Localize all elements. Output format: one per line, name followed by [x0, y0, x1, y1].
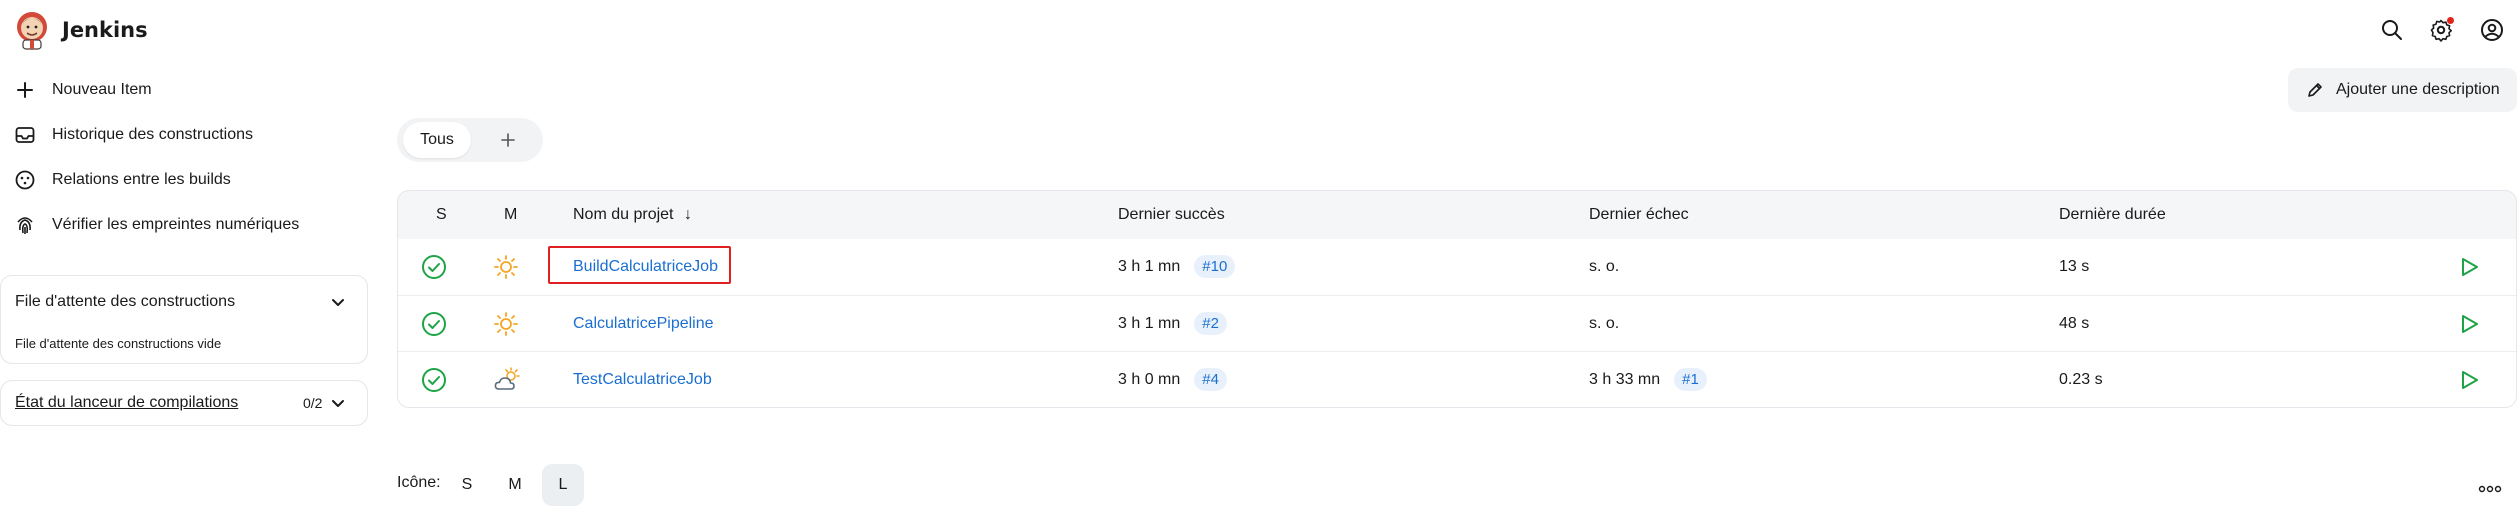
sidebar-item-label: Nouveau Item	[52, 81, 152, 98]
plus-icon	[14, 79, 36, 101]
last-duration-cell: 48 s	[2059, 314, 2090, 332]
chevron-down-icon[interactable]	[329, 293, 347, 311]
executor-count: 0/2	[303, 395, 323, 411]
header-last-failure[interactable]: Dernier échec	[1589, 206, 1689, 224]
last-failure-cell: s. o.	[1589, 314, 1620, 332]
build-number-link[interactable]: #1	[1674, 368, 1707, 391]
last-success-cell: 3 h 1 mn #10	[1118, 239, 1236, 294]
sidebar-item-label: Historique des constructions	[52, 126, 253, 143]
icon-size-large-button[interactable]: L	[542, 464, 584, 506]
projects-table: S M Nom du projet ↓ Dernier succès Derni…	[397, 190, 2517, 408]
success-status-icon	[421, 352, 447, 407]
icon-size-medium-button[interactable]: M	[494, 464, 536, 506]
sort-arrow-icon: ↓	[683, 206, 692, 223]
build-queue-card: File d'attente des constructions File d'…	[0, 275, 368, 364]
sidebar-item-new-item[interactable]: Nouveau Item	[14, 73, 152, 107]
project-link[interactable]: BuildCalculatriceJob	[573, 239, 718, 294]
success-status-icon	[421, 239, 447, 294]
search-icon[interactable]	[2378, 16, 2406, 44]
table-body: BuildCalculatriceJob 3 h 1 mn #10 s. o. …	[398, 239, 2516, 407]
gear-icon[interactable]	[2427, 16, 2455, 44]
user-icon[interactable]	[2478, 16, 2506, 44]
last-failure-cell: s. o.	[1589, 257, 1620, 275]
tab-all[interactable]: Tous	[403, 122, 471, 158]
last-success-cell: 3 h 1 mn #2	[1118, 296, 1227, 351]
sunny-weather-icon	[493, 296, 519, 351]
last-success-time: 3 h 1 mn	[1118, 314, 1181, 332]
last-failure-time: 3 h 33 mn	[1589, 370, 1661, 388]
table-row: TestCalculatriceJob 3 h 0 mn #4 3 h 33 m…	[398, 351, 2516, 407]
add-description-label: Ajouter une description	[2336, 81, 2500, 98]
build-queue-empty-text: File d'attente des constructions vide	[15, 336, 222, 351]
last-success-time: 3 h 1 mn	[1118, 257, 1181, 275]
play-icon	[2462, 257, 2478, 276]
inbox-icon	[14, 124, 36, 146]
build-number-link[interactable]: #10	[1194, 255, 1236, 278]
project-link[interactable]: CalculatricePipeline	[573, 296, 714, 351]
table-row: BuildCalculatriceJob 3 h 1 mn #10 s. o. …	[398, 239, 2516, 294]
last-success-time: 3 h 0 mn	[1118, 370, 1181, 388]
last-duration-cell: 13 s	[2059, 257, 2090, 275]
header-last-duration[interactable]: Dernière durée	[2059, 206, 2166, 224]
sidebar-item-build-history[interactable]: Historique des constructions	[14, 118, 253, 152]
partly-cloudy-weather-icon	[493, 352, 521, 407]
build-number-link[interactable]: #4	[1194, 368, 1227, 391]
header-weather[interactable]: M	[504, 206, 517, 224]
build-number-link[interactable]: #2	[1194, 312, 1227, 335]
sidebar-item-label: Relations entre les builds	[52, 171, 231, 188]
jenkins-logo[interactable]	[14, 10, 50, 50]
sunny-weather-icon	[493, 239, 519, 294]
last-failure-cell: 3 h 33 mn #1	[1589, 352, 1707, 407]
header-status[interactable]: S	[436, 206, 447, 224]
plus-icon	[501, 133, 515, 147]
add-description-button[interactable]: Ajouter une description	[2288, 68, 2517, 112]
relations-icon	[14, 169, 36, 191]
last-duration-cell: 0.23 s	[2059, 370, 2103, 388]
header-project-name[interactable]: Nom du projet ↓	[573, 206, 692, 224]
fingerprint-icon	[14, 214, 36, 236]
icon-size-small-button[interactable]: S	[446, 464, 488, 506]
table-header: S M Nom du projet ↓ Dernier succès Derni…	[398, 191, 2516, 239]
pencil-icon	[2308, 83, 2322, 97]
success-status-icon	[421, 296, 447, 351]
table-row: CalculatricePipeline 3 h 1 mn #2 s. o. 4…	[398, 295, 2516, 351]
header-last-success[interactable]: Dernier succès	[1118, 206, 1225, 224]
build-queue-title[interactable]: File d'attente des constructions	[15, 293, 235, 311]
add-view-button[interactable]	[490, 122, 526, 158]
project-link[interactable]: TestCalculatriceJob	[573, 352, 712, 407]
executor-status-card: État du lanceur de compilations 0/2	[0, 380, 368, 426]
app-title[interactable]: Jenkins	[62, 18, 148, 42]
run-build-button[interactable]	[2458, 239, 2480, 294]
chevron-down-icon[interactable]	[329, 394, 347, 412]
play-icon	[2462, 314, 2478, 333]
sidebar-item-build-relations[interactable]: Relations entre les builds	[14, 163, 231, 197]
notification-dot	[2447, 17, 2454, 24]
run-build-button[interactable]	[2458, 352, 2480, 407]
sidebar-item-label: Vérifier les empreintes numériques	[52, 216, 300, 233]
sidebar-item-fingerprints[interactable]: Vérifier les empreintes numériques	[14, 208, 299, 242]
last-success-cell: 3 h 0 mn #4	[1118, 352, 1227, 407]
icon-size-label: Icône:	[397, 474, 441, 491]
more-options-icon[interactable]	[2478, 480, 2502, 498]
header-project-name-label: Nom du projet	[573, 206, 674, 223]
play-icon	[2462, 370, 2478, 389]
executor-status-link[interactable]: État du lanceur de compilations	[15, 394, 238, 412]
run-build-button[interactable]	[2458, 296, 2480, 351]
